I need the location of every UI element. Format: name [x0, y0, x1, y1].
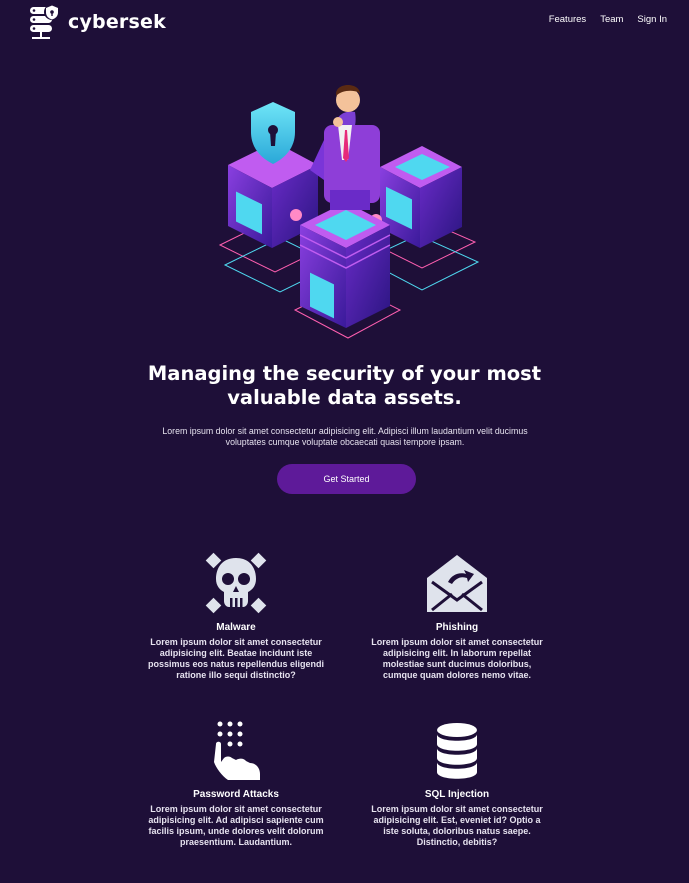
hero-description: Lorem ipsum dolor sit amet consectetur a…: [162, 426, 528, 447]
nav-links: Features Team Sign In: [549, 14, 667, 25]
nav-link-features[interactable]: Features: [549, 14, 587, 25]
feature-card-password-attacks: Password Attacks Lorem ipsum dolor sit a…: [146, 789, 326, 848]
hero-title-line-2: valuable data assets.: [227, 386, 462, 409]
get-started-button[interactable]: Get Started: [277, 464, 416, 494]
hero-illustration: [218, 85, 480, 339]
feature-title: Malware: [216, 622, 256, 633]
nav-link-sign-in[interactable]: Sign In: [637, 14, 667, 25]
hero-title-line-1: Managing the security of your most: [147, 362, 542, 385]
database-icon: [437, 723, 477, 779]
skull-crossbones-icon: [205, 552, 267, 614]
envelope-hook-icon: [427, 555, 487, 612]
feature-description: Lorem ipsum dolor sit amet consectetur a…: [371, 637, 543, 680]
server-shield-icon: [30, 4, 60, 39]
feature-card-phishing: Phishing Lorem ipsum dolor sit amet cons…: [367, 622, 547, 681]
brand-name: cybersek: [68, 11, 166, 33]
feature-card-malware: Malware Lorem ipsum dolor sit amet conse…: [146, 622, 326, 681]
hero-title: Managing the security of your most valua…: [0, 362, 689, 410]
navbar: cybersek Features Team Sign In: [0, 0, 689, 44]
feature-title: Password Attacks: [193, 789, 279, 800]
nav-link-team[interactable]: Team: [600, 14, 623, 25]
feature-description: Lorem ipsum dolor sit amet consectetur a…: [147, 637, 325, 680]
feature-title: SQL Injection: [424, 789, 490, 800]
keypad-hand-icon: [214, 721, 260, 780]
feature-card-sql-injection: SQL Injection Lorem ipsum dolor sit amet…: [367, 789, 547, 848]
feature-description: Lorem ipsum dolor sit amet consectetur a…: [148, 804, 324, 847]
feature-title: Phishing: [435, 622, 479, 633]
feature-description: Lorem ipsum dolor sit amet consectetur a…: [371, 804, 543, 847]
brand-logo[interactable]: cybersek: [28, 3, 168, 41]
